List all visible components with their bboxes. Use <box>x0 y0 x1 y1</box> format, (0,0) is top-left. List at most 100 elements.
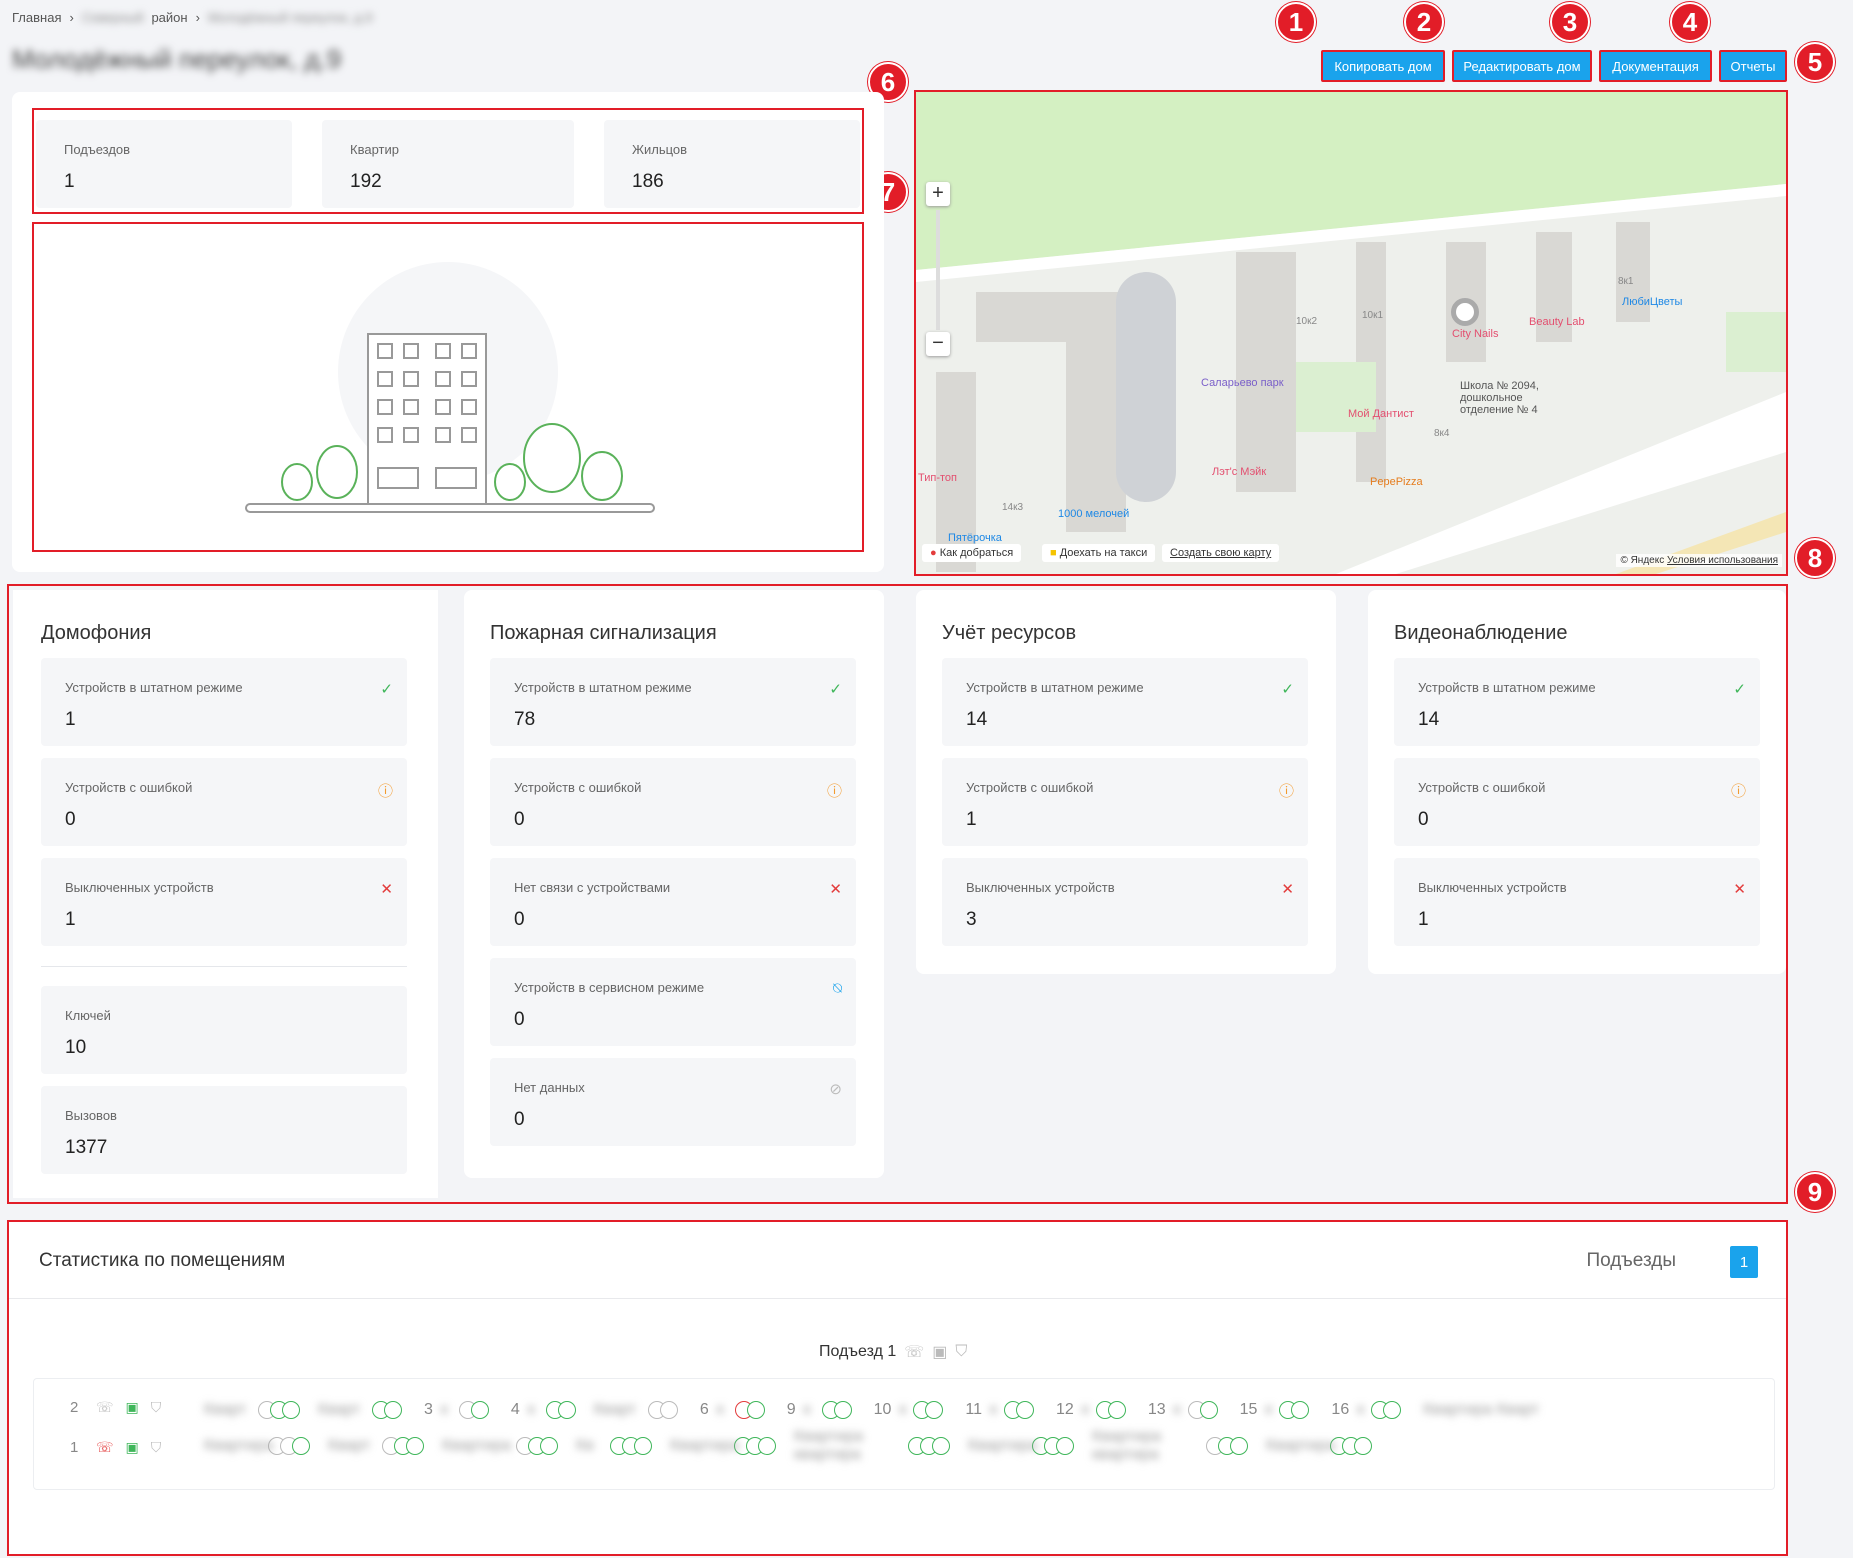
map-terms-link[interactable]: Условия использования <box>1667 555 1778 566</box>
map-label-city-nails[interactable]: City Nails <box>1452 328 1498 340</box>
video-normal-label: Устройств в штатном режиме <box>1418 680 1596 695</box>
map-create-link[interactable]: Создать свою карту <box>1162 544 1280 562</box>
apartment-status-icon[interactable] <box>1291 1401 1310 1419</box>
apartment-status-icon[interactable] <box>470 1401 489 1419</box>
apartment-status-icon[interactable] <box>1199 1401 1218 1419</box>
callout-5: 5 <box>1795 42 1835 82</box>
meter-icon: ▣ <box>125 1399 139 1415</box>
apartment-number[interactable]: 16 <box>1331 1401 1349 1419</box>
intercom-calls-tile[interactable]: Вызовов 1377 <box>41 1086 407 1174</box>
breadcrumb-district-suffix[interactable]: район <box>151 10 187 25</box>
apartment-status-icon[interactable] <box>1230 1437 1248 1455</box>
map-label-1000-melochei[interactable]: 1000 мелочей <box>1058 508 1129 520</box>
cross-icon: ✕ <box>380 881 393 898</box>
video-error-tile[interactable]: Устройств с ошибкой 0 ⓘ <box>1394 758 1760 846</box>
fire-noconn-label: Нет связи с устройствами <box>514 880 671 895</box>
map-route-button[interactable]: ● Как добраться <box>922 544 1022 562</box>
entrance-heading-label: Подъезд 1 <box>819 1343 897 1360</box>
apartment-status-icon[interactable] <box>659 1401 678 1419</box>
apartment-status-icon[interactable] <box>833 1401 852 1419</box>
map-label-tip-top[interactable]: Тип-топ <box>918 472 957 484</box>
map-label-pyaterochka[interactable]: Пятёрочка <box>948 532 1002 544</box>
apartment-number[interactable]: 15 <box>1240 1401 1258 1419</box>
apartment-number[interactable]: 10 <box>874 1401 892 1419</box>
fire-noconn-tile[interactable]: Нет связи с устройствами 0 ✕ <box>490 858 856 946</box>
apartment-number[interactable]: 9 <box>787 1401 796 1419</box>
chevron-right-icon: › <box>195 10 200 25</box>
checkmark-icon: ✓ <box>829 681 842 698</box>
intercom-keys-tile[interactable]: Ключей 10 <box>41 986 407 1074</box>
map-label-pepepizza[interactable]: PepePizza <box>1370 476 1423 488</box>
map-label-salarevo[interactable]: Саларьево парк <box>1201 377 1284 389</box>
apartment-number[interactable]: 3 <box>424 1401 433 1419</box>
apartment-number[interactable]: 12 <box>1056 1401 1074 1419</box>
cross-icon: ✕ <box>829 881 842 898</box>
apartment-status-icon[interactable] <box>746 1401 765 1419</box>
checkmark-icon: ✓ <box>1733 681 1746 698</box>
intercom-calls-value: 1377 <box>65 1137 108 1158</box>
apartment-status-icon[interactable] <box>932 1437 950 1455</box>
video-off-tile[interactable]: Выключенных устройств 1 ✕ <box>1394 858 1760 946</box>
map-label-dentist[interactable]: Мой Дантист <box>1348 408 1414 420</box>
apartment-status-icon[interactable] <box>282 1401 300 1419</box>
apartment-number[interactable]: 13 <box>1148 1401 1166 1419</box>
copy-house-button[interactable]: Копировать дом <box>1321 50 1445 82</box>
apartment-status-icon[interactable] <box>540 1437 558 1455</box>
apartment-status-icon[interactable] <box>1107 1401 1126 1419</box>
map-label-lyubitsvety[interactable]: ЛюбиЦветы <box>1622 296 1682 308</box>
apartment-status-icon[interactable] <box>1056 1437 1074 1455</box>
yandex-map[interactable]: + − Саларьево парк City Nails Beauty Lab… <box>914 90 1788 576</box>
intercom-keys-label: Ключей <box>65 1008 111 1023</box>
reports-button[interactable]: Отчеты <box>1719 50 1787 82</box>
apartment-status-icon[interactable] <box>634 1437 652 1455</box>
resources-error-value: 1 <box>966 809 977 830</box>
entrances-stat: Подъездов 1 <box>36 120 292 208</box>
apartment-status-icon[interactable] <box>384 1401 402 1419</box>
residents-value: 186 <box>632 171 664 192</box>
intercom-off-label: Выключенных устройств <box>65 880 214 895</box>
breadcrumb-home[interactable]: Главная <box>12 10 61 25</box>
documentation-button[interactable]: Документация <box>1599 50 1712 82</box>
entrance-1-button[interactable]: 1 <box>1730 1246 1758 1278</box>
video-normal-tile[interactable]: Устройств в штатном режиме 14 ✓ <box>1394 658 1760 746</box>
map-zoom-out-button[interactable]: − <box>926 332 950 356</box>
map-label-10k1: 10к1 <box>1362 310 1384 321</box>
house-location-marker-icon[interactable] <box>1451 298 1479 326</box>
apartment-number[interactable]: 11 <box>965 1401 982 1419</box>
apartment-status-icon[interactable] <box>406 1437 424 1455</box>
resources-off-tile[interactable]: Выключенных устройств 3 ✕ <box>942 858 1308 946</box>
fire-service-tile[interactable]: Устройств в сервисном режиме 0 ⍉ <box>490 958 856 1046</box>
intercom-normal-tile[interactable]: Устройств в штатном режиме 1 ✓ <box>41 658 407 746</box>
breadcrumb-district[interactable]: Северный <box>82 10 144 25</box>
fire-nodata-tile[interactable]: Нет данных 0 ⊘ <box>490 1058 856 1146</box>
intercom-icon: ☏ <box>96 1439 114 1455</box>
fire-normal-label: Устройств в штатном режиме <box>514 680 692 695</box>
shield-icon: ⛉ <box>150 1399 162 1415</box>
map-taxi-button[interactable]: ■ Доехать на такси <box>1042 544 1156 562</box>
apartment-number[interactable]: 6 <box>700 1401 709 1419</box>
resources-error-tile[interactable]: Устройств с ошибкой 1 ⓘ <box>942 758 1308 846</box>
apartment-status-icon[interactable] <box>557 1401 576 1419</box>
map-zoom-in-button[interactable]: + <box>926 182 950 206</box>
resources-normal-tile[interactable]: Устройств в штатном режиме 14 ✓ <box>942 658 1308 746</box>
intercom-off-tile[interactable]: Выключенных устройств 1 ✕ <box>41 858 407 946</box>
map-label-school[interactable]: Школа № 2094, дошкольное отделение № 4 <box>1460 380 1560 416</box>
map-label-lets-make[interactable]: Лэт'с Мэйк <box>1212 466 1266 478</box>
apartment-status-icon[interactable] <box>1354 1437 1372 1455</box>
apartment-number[interactable]: 4 <box>511 1401 520 1419</box>
edit-house-button[interactable]: Редактировать дом <box>1452 50 1592 82</box>
room-stats-title: Статистика по помещениям <box>39 1250 286 1271</box>
apartment-status-icon[interactable] <box>758 1437 776 1455</box>
eye-off-icon: ⊘ <box>829 1081 842 1098</box>
fire-error-tile[interactable]: Устройств с ошибкой 0 ⓘ <box>490 758 856 846</box>
apartment-status-icon[interactable] <box>1383 1401 1402 1419</box>
apartment-status-icon[interactable] <box>292 1437 310 1455</box>
fire-normal-tile[interactable]: Устройств в штатном режиме 78 ✓ <box>490 658 856 746</box>
intercom-error-tile[interactable]: Устройств с ошибкой 0 ⓘ <box>41 758 407 846</box>
map-label-beauty-lab[interactable]: Beauty Lab <box>1529 316 1585 328</box>
intercom-card: Домофония Устройств в штатном режиме 1 ✓… <box>13 590 438 1198</box>
page-title: Молодёжный переулок, д.9 <box>12 44 342 74</box>
map-zoom-slider[interactable] <box>936 210 940 330</box>
apartment-status-icon[interactable] <box>1016 1401 1035 1419</box>
apartment-status-icon[interactable] <box>925 1401 944 1419</box>
